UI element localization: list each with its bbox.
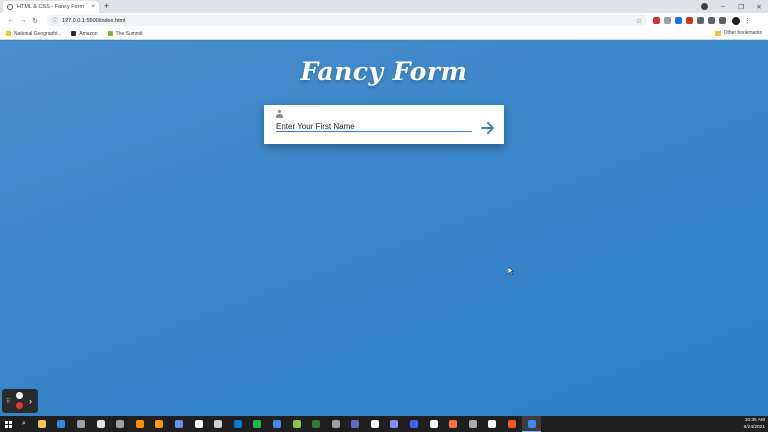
reload-button[interactable]: ↻ [29, 17, 41, 25]
bookmark-label: Amazon [79, 30, 98, 37]
windows-taskbar: ⌕ 10:35 AM 6/24/2021 [0, 416, 768, 432]
tab-search-icon[interactable] [701, 3, 708, 10]
taskbar-app-icon[interactable] [91, 416, 111, 432]
new-tab-button[interactable]: + [104, 1, 109, 12]
tab-close-icon[interactable]: × [91, 4, 95, 10]
extension-icon[interactable] [653, 17, 660, 24]
browser-tab[interactable]: HTML & CSS - Fancy Form × [3, 1, 99, 13]
close-window-button[interactable]: ✕ [750, 3, 768, 11]
bookmark-the-summit[interactable]: The Summit [107, 30, 143, 37]
taskbar-app-icon[interactable] [169, 416, 189, 432]
profile-avatar[interactable] [732, 16, 740, 25]
browser-menu-icon[interactable]: ⋮ [744, 17, 751, 25]
folder-icon [714, 30, 721, 36]
url-text[interactable]: 127.0.0.1:5500/index.html [62, 18, 636, 24]
taskbar-app-icon[interactable] [208, 416, 228, 432]
taskbar-app-icon[interactable] [365, 416, 385, 432]
extension-icon[interactable] [686, 17, 693, 24]
taskbar-app-icon[interactable] [110, 416, 130, 432]
taskbar-app-icon[interactable] [150, 416, 170, 432]
extension-icon[interactable] [719, 17, 726, 24]
form-card [264, 105, 504, 144]
taskbar-app-icon[interactable] [483, 416, 503, 432]
other-bookmarks-label: Other bookmarks [723, 30, 762, 36]
address-bar[interactable]: ⓘ 127.0.0.1:5500/index.html ☆ [47, 15, 647, 26]
browser-tab-strip: HTML & CSS - Fancy Form × + – ❐ ✕ [0, 0, 768, 13]
minimize-button[interactable]: – [714, 3, 732, 10]
taskbar-app-icon[interactable] [346, 416, 366, 432]
chevron-right-icon[interactable]: › [29, 396, 32, 406]
summit-icon [107, 31, 113, 36]
search-icon[interactable]: ⌕ [16, 420, 32, 428]
extension-icon[interactable] [664, 17, 671, 24]
taskbar-app-icon[interactable] [248, 416, 268, 432]
clock-date: 6/24/2021 [743, 425, 765, 430]
bookmark-natgeo[interactable]: National Geographi... [6, 31, 61, 37]
globe-icon [7, 4, 13, 10]
taskbar-app-icon[interactable] [521, 416, 542, 432]
taskbar-app-icon[interactable] [502, 416, 522, 432]
bookmark-label: The Summit [115, 30, 143, 37]
taskbar-app-icon[interactable] [52, 416, 72, 432]
taskbar-app-icon[interactable] [228, 416, 248, 432]
arrow-right-icon[interactable] [480, 120, 496, 136]
bookmarks-bar: National Geographi... Amazon The Summit … [0, 28, 768, 40]
maximize-button[interactable]: ❐ [732, 3, 750, 11]
stop-icon[interactable] [16, 402, 23, 409]
system-clock[interactable]: 10:35 AM 6/24/2021 [744, 417, 765, 431]
bookmark-label: National Geographi... [14, 30, 62, 37]
taskbar-app-icon[interactable] [404, 416, 424, 432]
first-name-input[interactable] [276, 121, 472, 132]
browser-toolbar: ← → ↻ ⓘ 127.0.0.1:5500/index.html ☆ ⋮ [0, 13, 768, 28]
forward-button[interactable]: → [17, 17, 29, 24]
taskbar-app-icon[interactable] [463, 416, 483, 432]
drag-handle-icon[interactable]: ⠿ [6, 398, 10, 405]
profile-area: ⋮ [732, 16, 751, 25]
bookmark-amazon[interactable]: Amazon [71, 30, 98, 37]
natgeo-icon [6, 31, 11, 36]
user-icon [276, 110, 283, 118]
mouse-cursor-icon [508, 267, 514, 275]
windows-logo-icon [4, 420, 12, 428]
info-icon[interactable]: ⓘ [52, 16, 58, 25]
amazon-icon [71, 31, 77, 36]
window-controls: – ❐ ✕ [714, 0, 768, 13]
pause-icon[interactable] [16, 392, 23, 399]
extension-icon[interactable] [708, 17, 715, 24]
taskbar-app-icon[interactable] [443, 416, 463, 432]
extensions-area [653, 17, 726, 24]
taskbar-app-icon[interactable] [306, 416, 326, 432]
back-button[interactable]: ← [5, 17, 17, 24]
taskbar-app-icon[interactable] [326, 416, 346, 432]
taskbar-app-icon[interactable] [189, 416, 209, 432]
taskbar-app-icon[interactable] [267, 416, 287, 432]
taskbar-app-icon[interactable] [71, 416, 91, 432]
taskbar-app-icon[interactable] [130, 416, 150, 432]
taskbar-app-icon[interactable] [32, 416, 52, 432]
page-title: Fancy Form [300, 57, 468, 86]
taskbar-apps [32, 416, 542, 432]
bookmark-star-icon[interactable]: ☆ [636, 17, 642, 25]
start-button[interactable] [0, 416, 16, 432]
page-viewport: Fancy Form [0, 41, 768, 416]
other-bookmarks[interactable]: Other bookmarks [714, 30, 762, 36]
screen-recorder-widget: ⠿ › [2, 389, 38, 413]
taskbar-app-icon[interactable] [287, 416, 307, 432]
taskbar-app-icon[interactable] [385, 416, 405, 432]
tab-title: HTML & CSS - Fancy Form [17, 4, 85, 10]
extension-icon[interactable] [697, 17, 704, 24]
taskbar-app-icon[interactable] [424, 416, 444, 432]
extension-icon[interactable] [675, 17, 682, 24]
clock-time: 10:35 AM [744, 418, 765, 423]
